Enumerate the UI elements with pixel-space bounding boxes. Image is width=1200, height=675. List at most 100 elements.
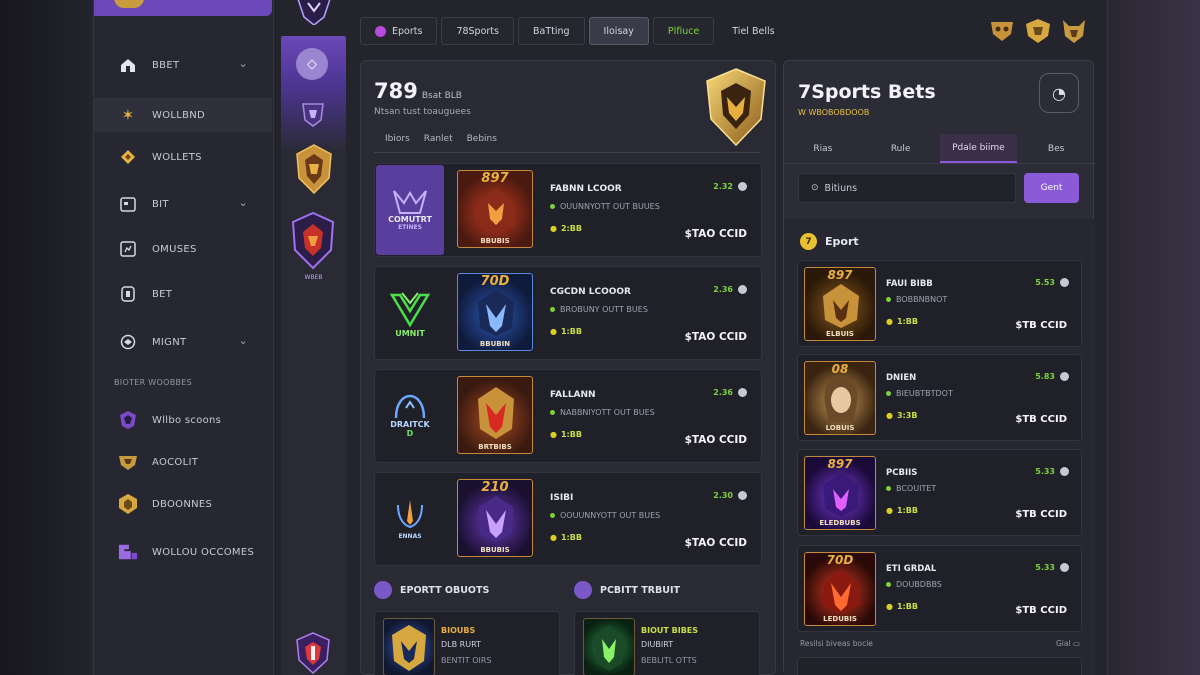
tab-eports[interactable]: Eports: [360, 17, 438, 45]
hero-art-icon: [392, 625, 426, 671]
hero-art-icon: [478, 496, 514, 542]
sidebar-item-bet[interactable]: BET: [94, 277, 272, 311]
sidebar-item-bit[interactable]: BIT ⌄: [94, 187, 272, 221]
tab-bes[interactable]: Bes: [1017, 134, 1095, 163]
hero-thumbnail[interactable]: 210 BBUBIS: [457, 479, 533, 557]
subtab-ranlet[interactable]: Ranlet: [424, 134, 453, 144]
home-icon: [118, 55, 138, 75]
sidebar-item-bbet[interactable]: BBET ⌄: [94, 48, 272, 82]
tab-tiel-bells[interactable]: Tiel Bells: [718, 17, 788, 45]
bet-card[interactable]: 897 ELEDBUBS PCBIIS BCOUITET 1:BB 5.33 $…: [797, 449, 1082, 536]
search-value: Bitiuns: [824, 182, 858, 194]
sidebar-game-3[interactable]: DBOONNES: [94, 487, 272, 521]
thumb-number: 897: [481, 171, 509, 186]
eport-heading: 7 Eport: [800, 233, 859, 250]
section-label: EPORTT OBUOTS: [400, 584, 490, 596]
bet-odds: 1:BB: [886, 317, 918, 326]
tab-iloisay[interactable]: Iloisay: [588, 17, 649, 45]
match-card[interactable]: DRAITCK D BRTBIBS FALLANN NABBNIYOTT OUT…: [374, 369, 762, 463]
sidebar-game-4[interactable]: WOLLOU OCCOMES: [94, 535, 272, 569]
match-name: FALLANN: [550, 390, 596, 400]
tab-rule[interactable]: Rule: [862, 134, 940, 163]
footer-right[interactable]: Gial ▭: [1056, 639, 1080, 648]
bets-panel: 7Sports Bets W WBOBOBDOOB ◔ Rias Rule Pd…: [783, 60, 1095, 675]
sidebar-item-label: MIGNT: [152, 336, 187, 348]
settings-icon[interactable]: ◔: [1039, 73, 1079, 113]
bet-name: DNIEN: [886, 373, 917, 383]
bet-price[interactable]: $TB CCID: [1015, 320, 1067, 331]
sidebar-game-2[interactable]: AOCOLIT: [94, 445, 272, 479]
sidebar-item-omuses[interactable]: OMUSES: [94, 232, 272, 266]
bet-price[interactable]: $TB CCID: [1015, 605, 1067, 616]
bet-meta: BIEUBTBTDOT: [886, 389, 953, 398]
tab-rias[interactable]: Rias: [784, 134, 862, 163]
purple-shield-icon[interactable]: [301, 102, 325, 128]
team-sub: ETINES: [398, 224, 422, 231]
sidebar: BBET ⌄ ✶ WOLLBND WOLLETS BIT ⌄ OMUSES BE…: [94, 0, 274, 675]
live-odds: 5.53: [1035, 278, 1069, 287]
sidebar-item-wollets[interactable]: WOLLETS: [94, 140, 272, 174]
bet-odds: 1:BB: [886, 506, 918, 515]
green-logo-icon: [389, 291, 431, 327]
gold-shield-icon[interactable]: [1025, 18, 1051, 48]
main-panel: 789 Bsat BLB Ntsan tust toauguees Ibiors …: [360, 60, 776, 675]
tab-plfiuce[interactable]: Plfiuce: [652, 17, 715, 45]
bet-price[interactable]: $TAO CCID: [685, 434, 747, 446]
bottom-shield-icon[interactable]: [295, 632, 331, 674]
thumb-caption: BBUBIS: [480, 237, 510, 245]
hero-thumbnail[interactable]: BRTBIBS: [457, 376, 533, 454]
match-card[interactable]: UMNIT 70D BBUBIN CGCDN LCOOOR BROBUNY OU…: [374, 266, 762, 360]
mini-card[interactable]: BIOUBS DLB RURT BENTIT OIRS: [374, 611, 560, 675]
logo-icon: [114, 0, 144, 8]
tab-batting[interactable]: BaTting: [517, 17, 585, 45]
bet-card[interactable]: 70D LEDUBIS ETI GRDAL DOUBDBBS 1:BB 5.33…: [797, 545, 1082, 632]
subtab-ibiors[interactable]: Ibiors: [385, 134, 410, 144]
bet-price[interactable]: $TB CCID: [1015, 414, 1067, 425]
search-input[interactable]: ⊙ Bitiuns: [798, 173, 1016, 203]
sidebar-item-wollbnd[interactable]: ✶ WOLLBND: [94, 98, 272, 132]
gold-wolf-icon[interactable]: [1061, 18, 1087, 48]
tab-label: 78Sports: [456, 25, 499, 37]
hero-thumbnail: 897 ELBUIS: [804, 267, 876, 341]
subtab-bebins[interactable]: Bebins: [467, 134, 497, 144]
bet-price[interactable]: $TAO CCID: [685, 331, 747, 343]
bet-name: ETI GRDAL: [886, 564, 937, 574]
match-card[interactable]: ENNAS 210 BBUBIS ISIBI OOUUNNYOTT OUT BU…: [374, 472, 762, 566]
hero-art-icon: [478, 387, 514, 439]
mini-card[interactable]: BIOUT BIBES DIUBIRT BEBLITL OTTS: [574, 611, 760, 675]
bet-price[interactable]: $TAO CCID: [685, 228, 747, 240]
diamond-icon[interactable]: ◇: [296, 48, 328, 80]
sidebar-item-label: Wllbo scoons: [152, 414, 222, 426]
go-button[interactable]: Gent: [1024, 173, 1079, 203]
match-odds: 2:BB: [550, 224, 582, 233]
section-eport-obuots: EPORTT OBUOTS: [374, 581, 489, 599]
chevron-down-icon[interactable]: ⌄: [238, 57, 248, 70]
team-name: DRAITCK: [390, 420, 430, 429]
match-card[interactable]: COMUTRT ETINES 897 BBUBIS FABNN LCOOR OU…: [374, 163, 762, 257]
chevron-down-icon[interactable]: ⌄: [238, 196, 248, 209]
gold-helmet-icon[interactable]: [989, 18, 1015, 48]
bet-meta: BOBBNBNOT: [886, 295, 947, 304]
bet-card[interactable]: 08 LOBUIS DNIEN BIEUBTBTDOT 3:3B 5.83 $T…: [797, 354, 1082, 441]
match-odds: 1:BB: [550, 327, 582, 336]
sidebar-item-mignt[interactable]: MIGNT ⌄: [94, 325, 272, 359]
grid-icon: [118, 239, 138, 259]
hero-thumbnail[interactable]: 897 BBUBIS: [457, 170, 533, 248]
hero-thumbnail[interactable]: 70D BBUBIN: [457, 273, 533, 351]
tab-pdale-biime[interactable]: Pdale biime: [939, 134, 1018, 163]
diamond-icon: [118, 147, 138, 167]
chevron-down-icon[interactable]: ⌄: [238, 334, 248, 347]
sidebar-game-1[interactable]: Wllbo scoons: [94, 403, 272, 437]
hero-art-icon: [476, 187, 516, 233]
gold-crest-icon[interactable]: [295, 144, 333, 194]
red-shield-icon[interactable]: [291, 212, 335, 270]
bet-price[interactable]: $TB CCID: [1015, 509, 1067, 520]
bet-card[interactable]: 897 ELBUIS FAUI BIBB BOBBNBNOT 1:BB 5.53…: [797, 260, 1082, 347]
thumb-caption: ELEDBUBS: [819, 519, 861, 527]
bet-price[interactable]: $TAO CCID: [685, 537, 747, 549]
strip-top-emblem[interactable]: [291, 0, 337, 25]
bet-card-partial[interactable]: [797, 657, 1082, 675]
match-meta: OUUNNYOTT OUT BUUES: [550, 202, 660, 211]
live-odds: 2.30: [713, 491, 747, 500]
tab-78sports[interactable]: 78Sports: [441, 17, 514, 45]
